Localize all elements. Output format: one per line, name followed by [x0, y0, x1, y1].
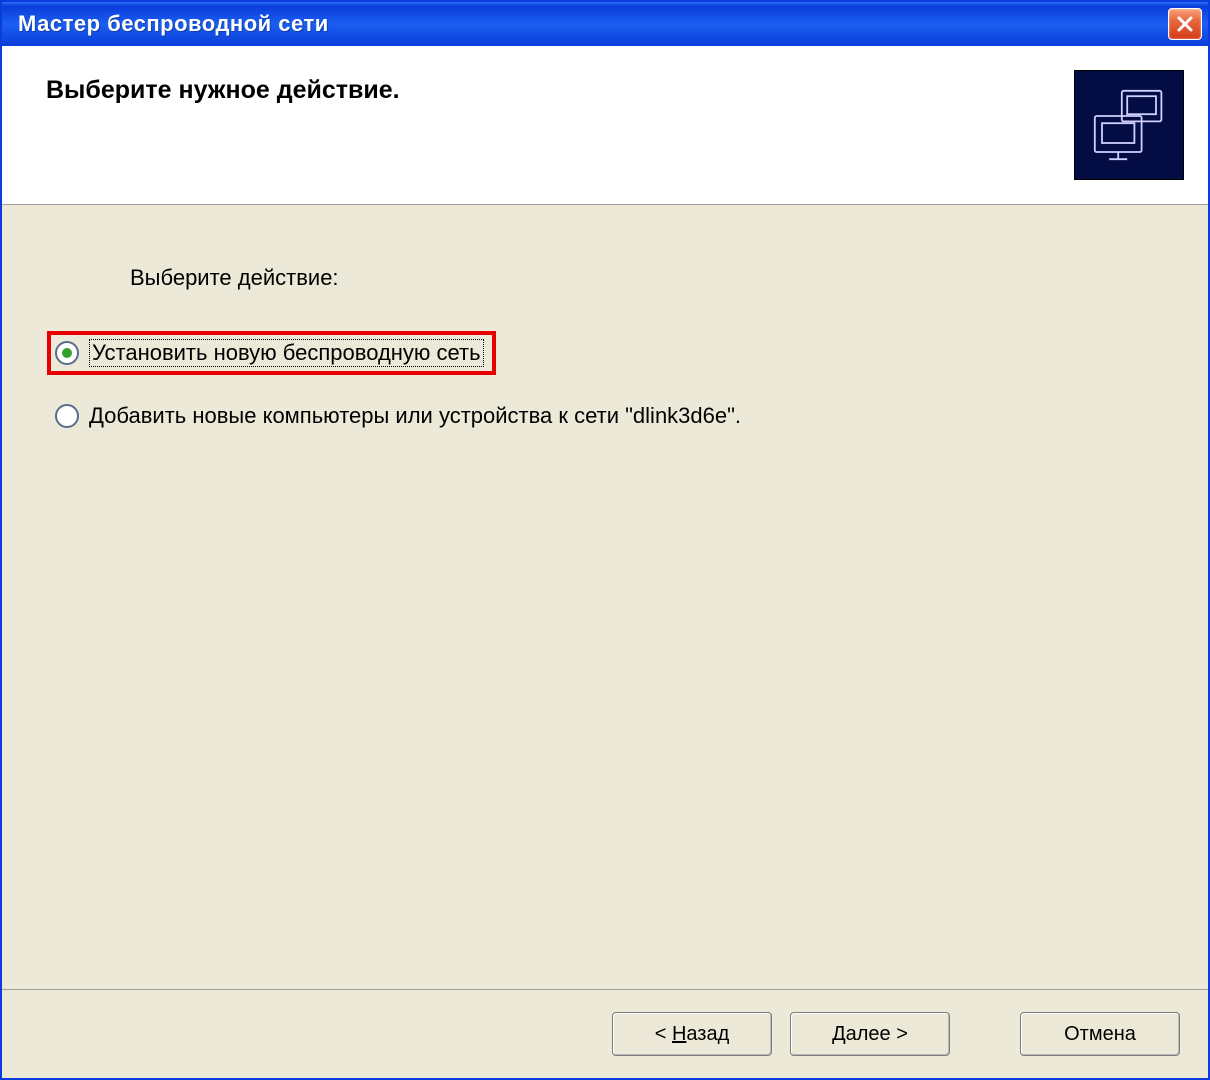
back-button[interactable]: < Назад — [612, 1012, 772, 1056]
page-title: Выберите нужное действие. — [46, 70, 400, 105]
wizard-window: Мастер беспроводной сети Выберите нужное… — [0, 0, 1210, 1080]
back-prefix: < — [655, 1023, 672, 1045]
next-button[interactable]: Далее > — [790, 1012, 950, 1056]
close-icon — [1176, 15, 1194, 33]
close-button[interactable] — [1168, 8, 1202, 40]
window-title: Мастер беспроводной сети — [18, 11, 329, 37]
wizard-content: Выберите действие: Установить новую бесп… — [2, 205, 1208, 989]
action-radio-group: Установить новую беспроводную сеть Добав… — [55, 331, 1148, 429]
button-gap — [968, 1012, 1002, 1056]
devices-icon — [1084, 80, 1174, 170]
prompt-label: Выберите действие: — [130, 265, 1148, 291]
back-mnemonic: Н — [672, 1023, 686, 1045]
radio-indicator-icon — [55, 404, 79, 428]
radio-label: Установить новую беспроводную сеть — [89, 339, 484, 367]
titlebar: Мастер беспроводной сети — [2, 2, 1208, 46]
next-mnemonic: Д — [832, 1023, 846, 1045]
radio-indicator-icon — [55, 341, 79, 365]
header-banner-icon — [1074, 70, 1184, 180]
next-rest: алее > — [846, 1023, 908, 1045]
radio-option-new-network[interactable]: Установить новую беспроводную сеть — [47, 331, 496, 375]
cancel-button[interactable]: Отмена — [1020, 1012, 1180, 1056]
radio-label: Добавить новые компьютеры или устройства… — [89, 403, 741, 429]
radio-option-add-devices[interactable]: Добавить новые компьютеры или устройства… — [55, 403, 1148, 429]
wizard-footer: < Назад Далее > Отмена — [2, 989, 1208, 1078]
wizard-header: Выберите нужное действие. — [2, 46, 1208, 205]
back-rest: азад — [686, 1023, 729, 1045]
